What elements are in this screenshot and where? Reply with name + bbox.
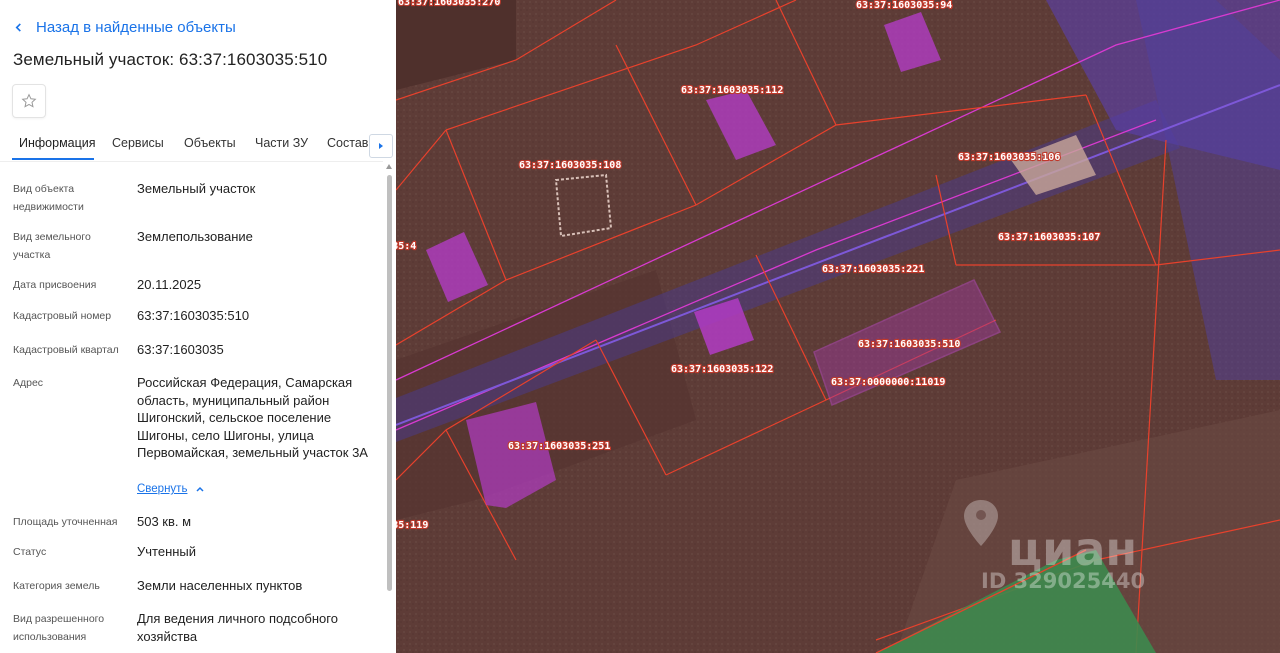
parcel-label: 63:37:1603035:270 xyxy=(398,0,500,8)
field-label: Категория земель xyxy=(13,580,100,592)
collapse-link[interactable]: Свернуть xyxy=(137,483,205,495)
field-label: Адрес xyxy=(13,377,44,389)
field-label: Площадь уточненная xyxy=(13,516,118,528)
chevron-up-icon xyxy=(196,486,204,492)
tab-objects[interactable]: Объекты xyxy=(184,136,236,150)
active-tab-indicator xyxy=(12,158,94,160)
field-value: Учтенный xyxy=(137,544,197,559)
field-label: Статус xyxy=(13,546,47,558)
field-value: 503 кв. м xyxy=(137,514,192,529)
page-title: Земельный участок: 63:37:1603035:510 xyxy=(13,50,328,69)
parcel-label: 63:37:1603035:251 xyxy=(508,441,610,452)
chevron-left-icon xyxy=(15,23,21,32)
field-label: Вид объекта недвижимости xyxy=(13,183,84,213)
address-value: Российская Федерация, Самарская область,… xyxy=(137,375,368,460)
parcel-label: 63:37:0000000:11019 xyxy=(831,377,945,388)
field-value: Землепользование xyxy=(137,229,253,244)
tabs-scroll-right-button[interactable] xyxy=(369,134,393,158)
field-label: Вид разрешенного использования xyxy=(13,613,105,643)
field-label: Дата присвоения xyxy=(13,279,97,291)
field-value: 63:37:1603035:510 xyxy=(137,308,250,323)
divider xyxy=(0,161,383,162)
map-canvas[interactable]: 63:37:1603035:270 63:37:1603035:94 63:37… xyxy=(396,0,1280,653)
back-link[interactable]: Назад в найденные объекты xyxy=(14,19,236,36)
tab-parts[interactable]: Части ЗУ xyxy=(255,136,308,150)
field-label: Вид земельного участка xyxy=(13,231,91,261)
tab-composition[interactable]: Состав xyxy=(327,136,368,150)
parcel-label: 63:37:1603035:4 xyxy=(396,241,416,252)
back-link-label: Назад в найденные объекты xyxy=(36,19,236,36)
parcel-label: 63:37:1603035:112 xyxy=(681,85,783,96)
parcel-label: 63:37:1603035:94 xyxy=(856,0,952,11)
tab-bar: Информация Сервисы Объекты Части ЗУ Сост… xyxy=(0,128,396,161)
field-label: Кадастровый номер xyxy=(13,310,112,322)
field-value: Земли населенных пунктов xyxy=(137,578,303,593)
collapse-link-label: Свернуть xyxy=(137,483,188,495)
map-view[interactable]: 63:37:1603035:270 63:37:1603035:94 63:37… xyxy=(396,0,1280,653)
parcel-label: 63:37:1603035:221 xyxy=(822,264,924,275)
info-panel: Назад в найденные объекты Земельный учас… xyxy=(0,0,396,653)
field-value: Для ведения личного подсобного хозяйства xyxy=(137,611,338,644)
field-value: Земельный участок xyxy=(137,181,256,196)
watermark-brand: циан xyxy=(1008,522,1137,576)
tab-services[interactable]: Сервисы xyxy=(112,136,164,150)
favorite-button[interactable] xyxy=(12,84,46,118)
caret-right-icon xyxy=(379,143,383,149)
tab-information[interactable]: Информация xyxy=(19,136,96,150)
parcel-label: 63:37:1603035:119 xyxy=(396,520,428,531)
field-value: 63:37:1603035 xyxy=(137,342,224,357)
parcel-label: 63:37:1603035:106 xyxy=(958,152,1060,163)
watermark-id: ID 329025440 xyxy=(981,569,1145,593)
field-label: Кадастровый квартал xyxy=(13,344,119,356)
field-value: 20.11.2025 xyxy=(137,277,202,292)
scrollbar-thumb[interactable] xyxy=(387,175,392,591)
star-icon xyxy=(21,93,37,108)
parcel-label: 63:37:1603035:108 xyxy=(519,160,621,171)
parcel-label: 63:37:1603035:122 xyxy=(671,364,773,375)
parcel-label: 63:37:1603035:107 xyxy=(998,232,1100,243)
parcel-label: 63:37:1603035:510 xyxy=(858,339,960,350)
scroll-up-arrow[interactable] xyxy=(386,164,392,169)
